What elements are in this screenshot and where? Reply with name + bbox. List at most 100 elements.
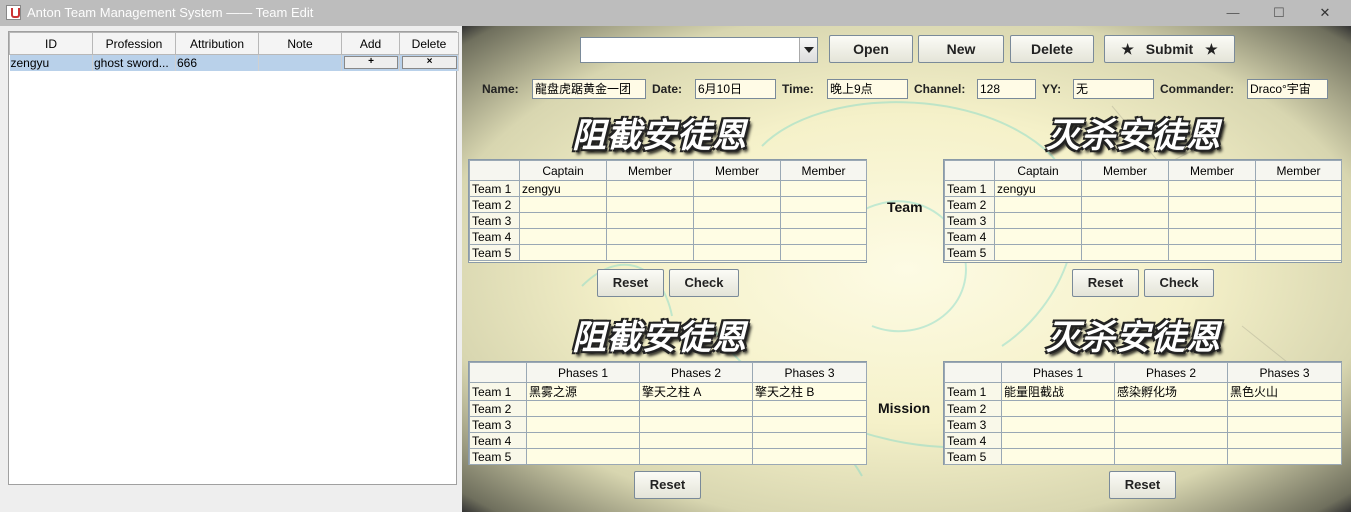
table-cell[interactable] xyxy=(1227,416,1342,433)
team-right-reset-button[interactable]: Reset xyxy=(1072,269,1139,297)
team-right-check-button[interactable]: Check xyxy=(1144,269,1214,297)
table-cell[interactable] xyxy=(752,432,867,449)
table-cell[interactable] xyxy=(693,196,781,213)
cell-note[interactable] xyxy=(258,54,342,71)
table-cell[interactable] xyxy=(1227,448,1342,465)
table-cell[interactable] xyxy=(1255,228,1342,245)
table-cell[interactable] xyxy=(1114,400,1228,417)
table-cell[interactable] xyxy=(693,244,781,261)
table-cell[interactable] xyxy=(1168,212,1256,229)
table-cell[interactable] xyxy=(526,448,640,465)
col-delete[interactable]: Delete xyxy=(399,32,459,55)
table-cell[interactable] xyxy=(1001,432,1115,449)
column-header[interactable]: Member xyxy=(1255,160,1342,181)
table-cell[interactable] xyxy=(1081,180,1169,197)
table-row[interactable]: Team 3 xyxy=(944,416,1342,433)
table-cell[interactable] xyxy=(1114,432,1228,449)
cell-profession[interactable]: ghost sword... xyxy=(92,54,176,71)
mission-right-reset-button[interactable]: Reset xyxy=(1109,471,1176,499)
table-cell[interactable] xyxy=(1227,432,1342,449)
time-field[interactable]: 晚上9点 xyxy=(827,79,908,99)
table-row[interactable]: Team 4 xyxy=(469,432,867,449)
submit-button[interactable]: ★ Submit ★ xyxy=(1104,35,1235,63)
col-note[interactable]: Note xyxy=(258,32,342,55)
column-header[interactable] xyxy=(944,362,1002,383)
table-cell[interactable] xyxy=(780,244,867,261)
table-cell[interactable] xyxy=(780,228,867,245)
table-cell[interactable] xyxy=(752,416,867,433)
cell-attribution[interactable]: 666 xyxy=(175,54,259,71)
column-header[interactable]: Member xyxy=(1081,160,1169,181)
table-cell[interactable] xyxy=(693,180,781,197)
table-row[interactable]: Team 1 zengyu xyxy=(944,180,1342,197)
table-cell[interactable] xyxy=(606,180,694,197)
column-header[interactable]: Member xyxy=(693,160,781,181)
table-cell[interactable]: 黑雾之源 xyxy=(526,382,640,401)
mission-table-annihilate[interactable]: Phases 1 Phases 2 Phases 3 Team 1 能量阻截战 感染孵化场… xyxy=(943,361,1342,465)
team-left-check-button[interactable]: Check xyxy=(669,269,739,297)
table-cell[interactable] xyxy=(994,228,1082,245)
cell-id[interactable]: zengyu xyxy=(9,54,93,71)
table-row[interactable]: Team 5 xyxy=(944,244,1342,261)
table-cell[interactable] xyxy=(606,196,694,213)
column-header[interactable] xyxy=(469,160,520,181)
team-table-annihilate[interactable]: Captain Member Member Member Team 1 zengyu Tea… xyxy=(943,159,1342,263)
table-row[interactable]: Team 3 xyxy=(469,416,867,433)
table-row[interactable]: Team 5 xyxy=(469,244,867,261)
name-field[interactable]: 龍盘虎踞黄金一团 xyxy=(532,79,646,99)
table-cell[interactable] xyxy=(1081,212,1169,229)
table-row[interactable]: Team 1 黑雾之源 擎天之柱 A 擎天之柱 B xyxy=(469,382,867,401)
column-header[interactable]: Phases 3 xyxy=(1227,362,1342,383)
table-row[interactable]: Team 2 xyxy=(944,400,1342,417)
table-cell[interactable] xyxy=(1168,228,1256,245)
commander-field[interactable]: Draco°宇宙 xyxy=(1247,79,1328,99)
table-cell[interactable] xyxy=(519,196,607,213)
table-cell[interactable] xyxy=(1001,416,1115,433)
table-cell[interactable]: 擎天之柱 B xyxy=(752,382,867,401)
table-row[interactable]: Team 4 xyxy=(469,228,867,245)
column-header[interactable]: Member xyxy=(1168,160,1256,181)
column-header[interactable]: Member xyxy=(780,160,867,181)
close-icon[interactable]: ✕ xyxy=(1302,0,1348,26)
column-header[interactable] xyxy=(944,160,995,181)
minimize-icon[interactable]: — xyxy=(1210,0,1256,26)
table-cell[interactable] xyxy=(1001,400,1115,417)
mission-table-intercept[interactable]: Phases 1 Phases 2 Phases 3 Team 1 黑雾之源 擎天之柱 A… xyxy=(468,361,867,465)
column-header[interactable]: Phases 1 xyxy=(1001,362,1115,383)
table-cell[interactable] xyxy=(1114,416,1228,433)
table-cell[interactable] xyxy=(1081,196,1169,213)
table-cell[interactable]: 擎天之柱 A xyxy=(639,382,753,401)
table-cell[interactable]: 感染孵化场 xyxy=(1114,382,1228,401)
table-cell[interactable] xyxy=(693,212,781,229)
table-cell[interactable] xyxy=(1227,400,1342,417)
table-row[interactable]: Team 4 xyxy=(944,432,1342,449)
table-cell[interactable] xyxy=(1168,196,1256,213)
table-row[interactable]: zengyu ghost sword... 666 + × xyxy=(9,54,459,71)
column-header[interactable]: Phases 2 xyxy=(1114,362,1228,383)
column-header[interactable]: Phases 3 xyxy=(752,362,867,383)
table-cell[interactable] xyxy=(1001,448,1115,465)
maximize-icon[interactable]: ☐ xyxy=(1256,0,1302,26)
roster-table[interactable]: ID Profession Attribution Note Add Delet… xyxy=(8,31,459,485)
table-cell[interactable] xyxy=(693,228,781,245)
table-cell[interactable] xyxy=(752,448,867,465)
chevron-down-icon[interactable] xyxy=(799,38,817,62)
table-row[interactable]: Team 2 xyxy=(469,400,867,417)
team-table-intercept[interactable]: Captain Member Member Member Team 1 zengyu Tea… xyxy=(468,159,867,263)
table-row[interactable]: Team 5 xyxy=(944,448,1342,465)
col-profession[interactable]: Profession xyxy=(92,32,176,55)
table-cell[interactable] xyxy=(1081,244,1169,261)
table-cell[interactable] xyxy=(526,416,640,433)
table-cell[interactable] xyxy=(1114,448,1228,465)
column-header[interactable]: Captain xyxy=(519,160,607,181)
table-cell[interactable] xyxy=(1255,196,1342,213)
col-id[interactable]: ID xyxy=(9,32,93,55)
table-cell[interactable]: 黑色火山 xyxy=(1227,382,1342,401)
team-left-reset-button[interactable]: Reset xyxy=(597,269,664,297)
table-cell[interactable] xyxy=(1255,244,1342,261)
table-cell[interactable] xyxy=(639,432,753,449)
table-cell[interactable]: zengyu xyxy=(994,180,1082,197)
table-row[interactable]: Team 5 xyxy=(469,448,867,465)
table-cell[interactable] xyxy=(606,212,694,229)
table-cell[interactable] xyxy=(994,196,1082,213)
